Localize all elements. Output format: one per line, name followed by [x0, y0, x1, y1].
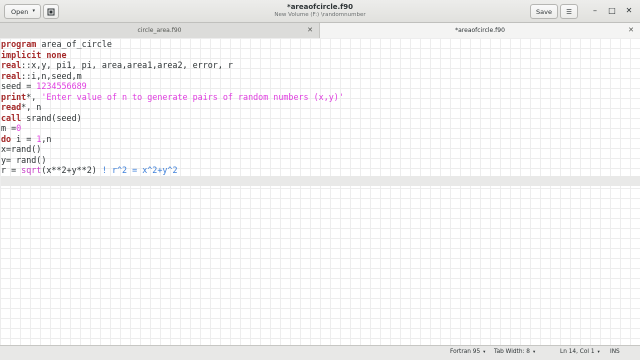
code-line[interactable]: implicit none — [1, 50, 640, 61]
tab-bar: circle_area.f90 ✕ *areaofcircle.f90 ✕ — [0, 23, 640, 38]
code-line[interactable]: y= rand() — [1, 155, 640, 166]
hamburger-menu-button[interactable]: ☰ — [560, 4, 578, 19]
window-subtitle: New Volume (F:) \randomnumber — [274, 12, 366, 18]
language-label: Fortran 95 — [450, 349, 481, 355]
new-document-icon — [47, 8, 55, 15]
chevron-down-icon: ▾ — [32, 8, 35, 14]
header-bar: Open ▾ *areaofcircle.f90 New Volume (F:)… — [0, 0, 640, 23]
code-line[interactable]: program area_of_circle — [1, 39, 640, 50]
code-line[interactable]: real::i,n,seed,m — [1, 71, 640, 82]
chevron-down-icon: ▾ — [532, 349, 536, 355]
tab-circle-area[interactable]: circle_area.f90 ✕ — [0, 23, 320, 38]
insert-mode[interactable]: INS — [610, 349, 620, 355]
code-line[interactable] — [1, 175, 640, 186]
tab-width-selector[interactable]: Tab Width: 8 ▾ — [494, 349, 535, 355]
new-document-button[interactable] — [43, 4, 59, 19]
language-selector[interactable]: Fortran 95 ▾ — [450, 349, 485, 355]
code-line[interactable]: x=rand() — [1, 144, 640, 155]
minimize-icon[interactable]: – — [590, 6, 600, 16]
save-button[interactable]: Save — [530, 4, 558, 19]
chevron-down-icon: ▾ — [483, 349, 486, 355]
close-tab-icon[interactable]: ✕ — [307, 26, 313, 34]
code-line[interactable]: real::x,y, pi1, pi, area,area1,area2, er… — [1, 60, 640, 71]
tab-label: *areaofcircle.f90 — [455, 27, 505, 34]
window-title-area: *areaofcircle.f90 New Volume (F:) \rando… — [220, 3, 420, 18]
close-window-icon[interactable]: ✕ — [624, 6, 634, 16]
code-line[interactable]: seed = 1234556689 — [1, 81, 640, 92]
code-line[interactable]: read*, n — [1, 102, 640, 113]
open-button[interactable]: Open ▾ — [4, 4, 41, 19]
code-line[interactable]: call srand(seed) — [1, 113, 640, 124]
window-title: *areaofcircle.f90 — [287, 3, 353, 11]
cursor-position[interactable]: Ln 14, Col 1 ▾ — [560, 349, 600, 355]
cursor-position-label: Ln 14, Col 1 — [560, 349, 595, 355]
hamburger-menu-icon: ☰ — [566, 7, 572, 16]
tab-label: circle_area.f90 — [137, 27, 182, 34]
close-tab-icon[interactable]: ✕ — [628, 26, 634, 34]
tab-areaofcircle[interactable]: *areaofcircle.f90 ✕ — [320, 23, 640, 38]
open-button-label: Open — [11, 7, 29, 16]
tab-width-label: Tab Width: 8 — [494, 349, 530, 355]
chevron-down-icon: ▾ — [597, 349, 600, 355]
code-line[interactable]: m =0 — [1, 123, 640, 134]
code-line[interactable]: r = sqrt(x**2+y**2) ! r^2 = x^2+y^2 — [1, 165, 640, 176]
code-line[interactable]: do i = 1,n — [1, 134, 640, 145]
maximize-icon[interactable]: □ — [607, 6, 617, 16]
code-line[interactable]: print*, 'Enter value of n to generate pa… — [1, 92, 640, 103]
code-editor[interactable]: program area_of_circle implicit none real:… — [0, 38, 640, 345]
status-bar: Fortran 95 ▾ Tab Width: 8 ▾ Ln 14, Col 1… — [0, 345, 640, 360]
